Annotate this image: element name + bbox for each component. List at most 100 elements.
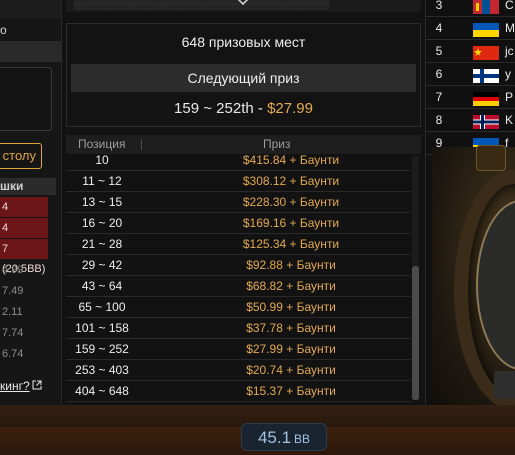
leaderboard-row[interactable]: 6y — [426, 63, 515, 86]
stack-unit: BB — [294, 432, 311, 446]
leaderboard-row[interactable]: 3C — [426, 0, 515, 17]
stack-display: 45.1 BB — [241, 423, 327, 451]
scrollbar-thumb[interactable] — [412, 266, 419, 400]
row-position: 21 ~ 28 — [81, 237, 123, 251]
row-position: 404 ~ 648 — [75, 384, 129, 398]
chevron-down-icon[interactable] — [231, 0, 255, 12]
row-position: 253 ~ 403 — [75, 363, 129, 377]
row-position: 65 ~ 100 — [78, 300, 126, 314]
row-prize: $125.34 + Баунти — [242, 237, 340, 251]
col-prize-header: Приз — [263, 137, 291, 151]
left-value-row: 2.11 — [2, 306, 23, 318]
leaderboard-player-name: M — [505, 21, 515, 35]
left-value-row: 4.99 — [2, 264, 24, 276]
left-value-row: 7 (20.5BB) — [0, 239, 48, 275]
prize-table-header: Позиция Приз — [66, 135, 421, 154]
table-row: 65 ~ 100 $50.99 + Баунти — [66, 297, 411, 318]
row-prize: $92.88 + Баунти — [246, 258, 336, 272]
left-link-label: кинг? — [0, 379, 30, 393]
row-prize: $15.37 + Баунти — [246, 384, 336, 398]
row-prize: $415.84 + Баунти — [242, 154, 340, 167]
row-prize: $68.82 + Баунти — [246, 279, 336, 293]
leaderboard-rank: 6 — [435, 67, 443, 81]
next-prize-label: Следующий приз — [71, 64, 416, 92]
row-position: 13 ~ 15 — [81, 195, 123, 209]
table-row: 159 ~ 252 $27.99 + Баунти — [66, 339, 411, 360]
left-panel: o столу шки 4 (56.1BB)4 (42.8BB)7 (20.5B… — [0, 0, 62, 405]
next-prize-separator: - — [257, 100, 263, 117]
row-prize: $50.99 + Баунти — [246, 300, 336, 314]
row-prize: $308.12 + Баунти — [242, 174, 340, 188]
table-row: 43 ~ 64 $68.82 + Баунти — [66, 276, 411, 297]
leaderboard-row[interactable]: 7P — [426, 86, 515, 109]
mongolia-flag-icon — [473, 0, 499, 14]
paid-places-count: 648 призовых мест — [181, 34, 306, 50]
left-info-box — [0, 67, 52, 131]
table-row: 16 ~ 20 $169.16 + Баунти — [66, 213, 411, 234]
row-position: 16 ~ 20 — [81, 216, 123, 230]
table-row: 11 ~ 12 $308.12 + Баунти — [66, 171, 411, 192]
leaderboard-row[interactable]: 8K — [426, 109, 515, 132]
leaderboard-panel: 3 C 4 M 5 jc 6 y 7 P 8 K 9 f — [425, 0, 515, 405]
leaderboard-player-name: P — [505, 90, 514, 104]
header-divider — [141, 139, 142, 150]
row-position: 29 ~ 42 — [81, 258, 123, 272]
finland-flag-icon — [473, 68, 499, 83]
prize-summary-box: 648 призовых мест Следующий приз 159 ~ 2… — [66, 23, 421, 127]
leaderboard-player-name: y — [505, 67, 511, 81]
table-row: 29 ~ 42 $92.88 + Баунти — [66, 255, 411, 276]
leaderboard-rank: 8 — [435, 113, 443, 127]
leaderboard-rank: 5 — [435, 44, 443, 58]
left-link[interactable]: кинг? — [0, 377, 60, 395]
row-position: 10 — [95, 154, 109, 167]
scrollbar[interactable] — [412, 156, 419, 400]
to-table-button[interactable]: столу — [0, 143, 42, 169]
col-position-header: Позиция — [78, 137, 126, 151]
next-prize-positions: 159 ~ 252th — [174, 100, 254, 117]
leaderboard-player-name: K — [505, 113, 514, 127]
next-prize-value: $27.99 — [267, 100, 313, 117]
china-flag-icon — [473, 45, 499, 60]
bottom-bar: 45.1 BB — [0, 405, 515, 455]
table-row: 10 $415.84 + Баунти — [66, 154, 411, 171]
row-prize: $37.78 + Баунти — [246, 321, 336, 335]
to-table-button-label: столу — [2, 148, 36, 163]
table-row: 101 ~ 158 $37.78 + Баунти — [66, 318, 411, 339]
row-position: 11 ~ 12 — [82, 174, 122, 188]
leaderboard-player-name: jc — [505, 44, 514, 58]
leaderboard-rank: 3 — [435, 0, 443, 12]
left-fragment-text: o — [0, 23, 7, 37]
table-row: 404 ~ 648 $15.37 + Баунти — [66, 381, 411, 402]
row-prize: $20.74 + Баунти — [246, 363, 336, 377]
left-selected-row[interactable] — [0, 41, 61, 62]
left-value-row: 4 (42.8BB) — [0, 218, 48, 254]
ukraine-flag-icon — [473, 22, 499, 37]
external-link-icon — [32, 377, 42, 395]
prize-panel: ▒▒▒▒▒▒▒▒▒▒▒▒▒▒▒▒▒▒▒▒▒▒▒▒▒▒▒▒▒▒▒▒▒▒▒▒▒▒▒▒… — [62, 0, 425, 405]
left-value-row: 6.74 — [2, 348, 24, 360]
table-seat — [476, 145, 506, 171]
row-position: 101 ~ 158 — [75, 321, 129, 335]
table-row: 13 ~ 15 $228.30 + Баунти — [66, 192, 411, 213]
row-prize: $228.30 + Баунти — [242, 195, 340, 209]
left-value-row: 4 (56.1BB) — [0, 197, 48, 233]
norway-flag-icon — [473, 114, 499, 129]
leaderboard-player-name: C — [505, 0, 514, 12]
next-prize-range: 159 ~ 252th - $27.99 — [67, 98, 420, 120]
row-position: 43 ~ 64 — [81, 279, 123, 293]
left-column-header: шки — [0, 178, 56, 195]
leaderboard-row[interactable]: 4M — [426, 17, 515, 40]
germany-flag-icon — [473, 91, 499, 106]
table-action-button[interactable] — [494, 371, 515, 399]
leaderboard-row[interactable]: 5 jc — [426, 40, 515, 63]
row-prize: $27.99 + Баунти — [246, 342, 336, 356]
left-value-row: 7.49 — [2, 285, 24, 297]
leaderboard-rank: 4 — [435, 21, 443, 35]
table-row: 253 ~ 403 $20.74 + Баунти — [66, 360, 411, 381]
left-top-bar — [0, 0, 61, 18]
stack-value: 45.1 — [257, 428, 292, 447]
leaderboard-rank: 7 — [435, 90, 443, 104]
prize-table-body: 10 $415.84 + Баунти 11 ~ 12 $308.12 + Баунт… — [66, 154, 411, 402]
row-prize: $169.16 + Баунти — [242, 216, 340, 230]
left-value-row: 7.74 — [2, 327, 24, 339]
